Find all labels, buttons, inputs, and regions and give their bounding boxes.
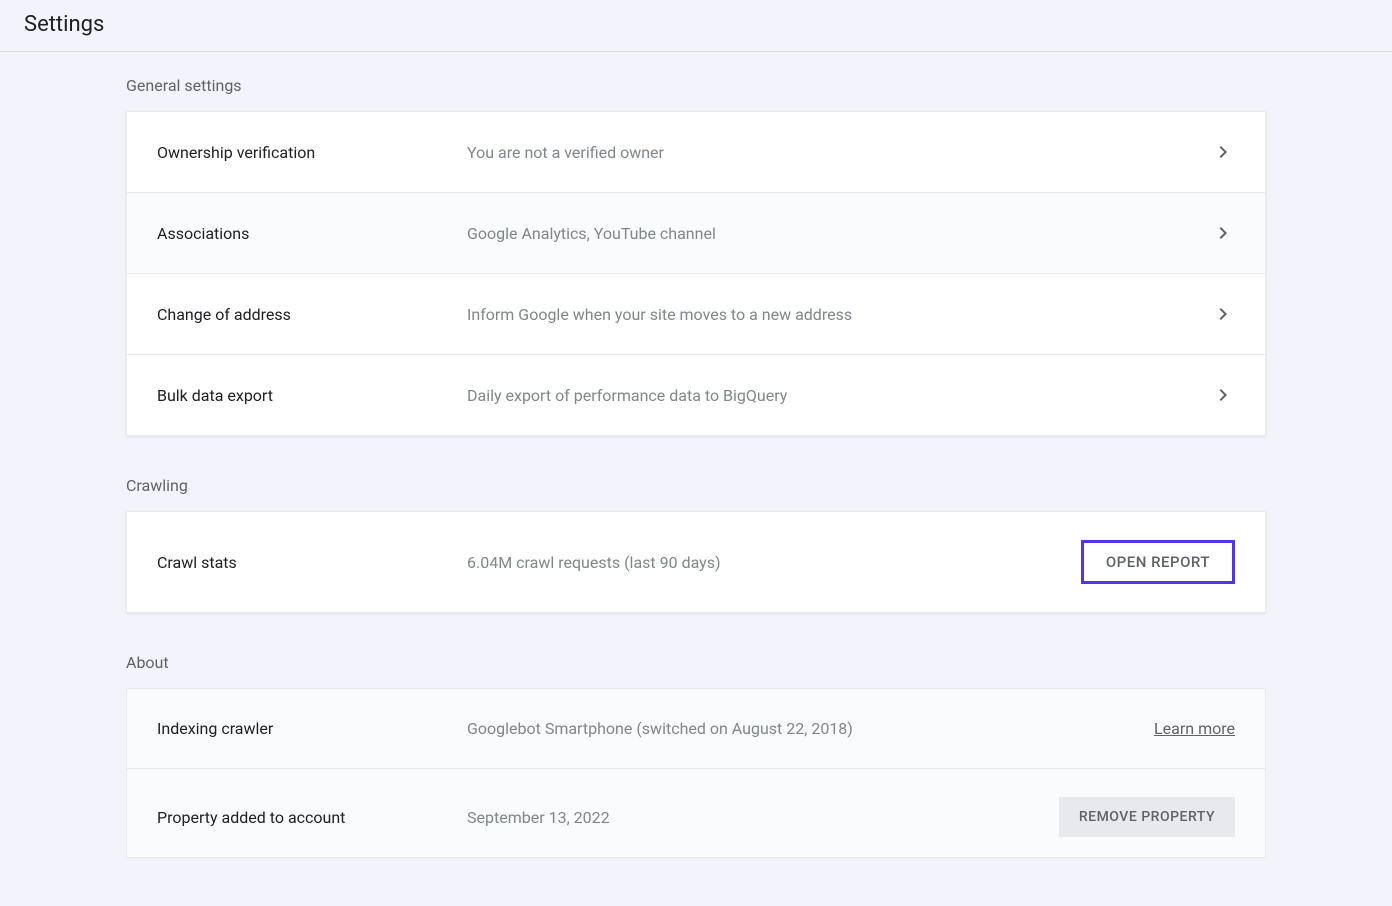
- row-subtitle: Google Analytics, YouTube channel: [467, 224, 1211, 243]
- chevron-right-icon: [1211, 140, 1235, 164]
- row-title: Ownership verification: [157, 143, 467, 162]
- row-title: Property added to account: [157, 808, 467, 827]
- row-title: Indexing crawler: [157, 719, 467, 738]
- row-associations[interactable]: Associations Google Analytics, YouTube c…: [127, 193, 1265, 274]
- row-title: Crawl stats: [157, 553, 467, 572]
- settings-content: General settings Ownership verification …: [126, 52, 1266, 906]
- section-label-about: About: [126, 645, 1266, 688]
- row-subtitle: Inform Google when your site moves to a …: [467, 305, 1211, 324]
- row-subtitle: You are not a verified owner: [467, 143, 1211, 162]
- row-subtitle: September 13, 2022: [467, 808, 1059, 827]
- row-title: Bulk data export: [157, 386, 467, 405]
- chevron-right-icon: [1211, 302, 1235, 326]
- row-change-of-address[interactable]: Change of address Inform Google when you…: [127, 274, 1265, 355]
- row-title: Associations: [157, 224, 467, 243]
- page-header: Settings: [0, 0, 1392, 52]
- open-report-button[interactable]: OPEN REPORT: [1081, 540, 1235, 584]
- chevron-right-icon: [1211, 383, 1235, 407]
- general-settings-card: Ownership verification You are not a ver…: [126, 111, 1266, 436]
- row-subtitle: Googlebot Smartphone (switched on August…: [467, 719, 1154, 738]
- section-label-crawling: Crawling: [126, 468, 1266, 511]
- chevron-right-icon: [1211, 221, 1235, 245]
- crawling-card: Crawl stats 6.04M crawl requests (last 9…: [126, 511, 1266, 613]
- row-crawl-stats: Crawl stats 6.04M crawl requests (last 9…: [127, 512, 1265, 612]
- row-subtitle: Daily export of performance data to BigQ…: [467, 386, 1211, 405]
- row-indexing-crawler: Indexing crawler Googlebot Smartphone (s…: [127, 689, 1265, 769]
- section-label-general: General settings: [126, 68, 1266, 111]
- learn-more-link[interactable]: Learn more: [1154, 719, 1235, 738]
- remove-property-button[interactable]: REMOVE PROPERTY: [1059, 797, 1235, 837]
- about-card: Indexing crawler Googlebot Smartphone (s…: [126, 688, 1266, 858]
- row-subtitle: 6.04M crawl requests (last 90 days): [467, 553, 1081, 572]
- row-bulk-data-export[interactable]: Bulk data export Daily export of perform…: [127, 355, 1265, 435]
- row-title: Change of address: [157, 305, 467, 324]
- row-property-added: Property added to account September 13, …: [127, 769, 1265, 857]
- page-title: Settings: [24, 12, 1368, 37]
- row-ownership-verification[interactable]: Ownership verification You are not a ver…: [127, 112, 1265, 193]
